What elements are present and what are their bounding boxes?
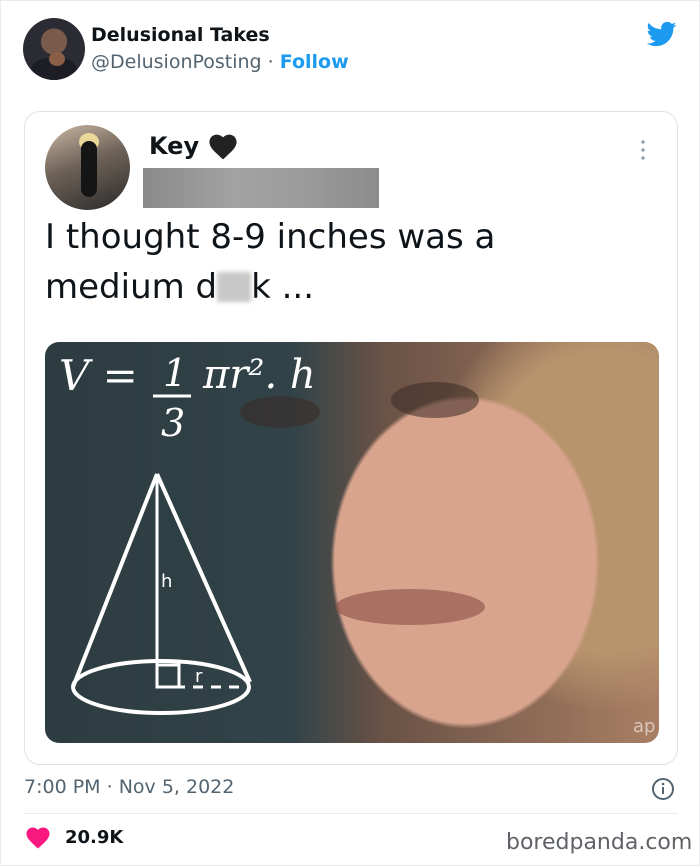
quoted-author-name[interactable]: Key — [149, 132, 199, 160]
like-heart-icon[interactable] — [26, 827, 50, 849]
right-angle-marker — [155, 663, 181, 689]
author-handle-row: @DelusionPosting · Follow — [91, 51, 349, 73]
quoted-text-line-2-suffix: k ... — [251, 267, 315, 307]
left-eye — [240, 396, 320, 428]
redacted-handle — [143, 168, 379, 208]
author-display-name[interactable]: Delusional Takes — [91, 24, 270, 46]
author-avatar[interactable] — [23, 18, 85, 80]
formula-rest: πr². h — [202, 352, 316, 398]
tweet-container: Delusional Takes @DelusionPosting · Foll… — [0, 0, 700, 866]
right-eye — [391, 382, 479, 418]
image-corner-text: ap — [633, 716, 655, 737]
follow-button[interactable]: Follow — [280, 51, 349, 73]
cone-label-r: r — [195, 666, 203, 687]
lips — [335, 589, 485, 625]
censor-blur — [217, 272, 252, 302]
quoted-text-line-2: medium d k ... — [45, 262, 645, 312]
boredpanda-watermark: boredpanda.com — [506, 830, 693, 855]
cone-label-h: h — [161, 571, 172, 592]
quoted-text-line-2-prefix: medium d — [45, 267, 218, 307]
author-handle[interactable]: @DelusionPosting — [91, 51, 262, 73]
tweet-time: 7:00 PM — [24, 776, 101, 798]
info-icon[interactable] — [651, 777, 675, 801]
quoted-tweet-card[interactable]: Key I thought 8-9 inches was a medium d k… — [24, 111, 678, 765]
formula-numerator: 1 — [163, 351, 187, 395]
timestamp-dot: · — [106, 776, 113, 798]
quoted-author-avatar[interactable] — [45, 125, 130, 210]
quoted-text-line-1: I thought 8-9 inches was a — [45, 217, 496, 257]
tweet-date: Nov 5, 2022 — [118, 776, 235, 798]
more-options-icon[interactable] — [637, 138, 649, 162]
meme-image[interactable]: V = 1 3 πr². h h r ap — [45, 342, 659, 743]
tweet-timestamp[interactable]: 7:00 PM · Nov 5, 2022 — [24, 776, 234, 798]
meme-overlay: V = 1 3 πr². h h r ap — [59, 351, 655, 737]
black-heart-icon — [209, 134, 237, 160]
footer-divider — [24, 813, 678, 814]
handle-separator: · — [267, 51, 274, 73]
quoted-tweet-text: I thought 8-9 inches was a medium d k ... — [45, 212, 645, 312]
formula-denominator: 3 — [161, 401, 185, 445]
formula-v: V = — [59, 351, 138, 400]
like-count[interactable]: 20.9K — [65, 827, 123, 848]
twitter-bird-icon[interactable] — [645, 19, 679, 49]
